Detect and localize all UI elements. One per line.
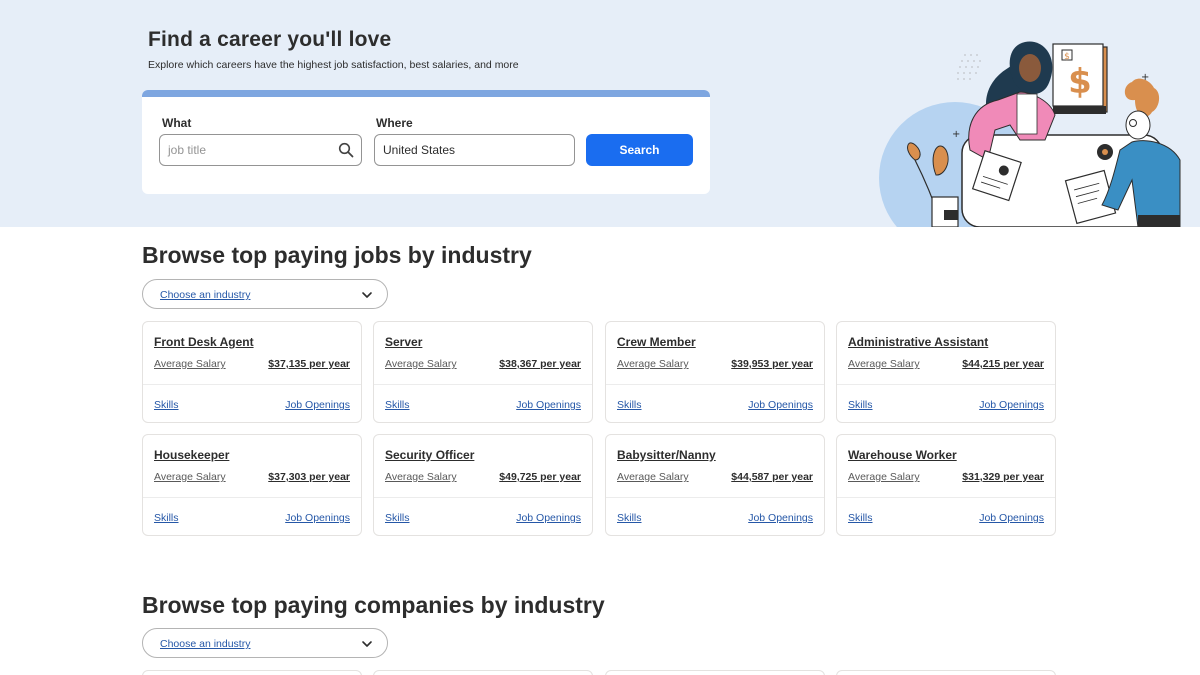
job-openings-link[interactable]: Job Openings <box>516 399 581 411</box>
job-openings-link[interactable]: Job Openings <box>516 512 581 524</box>
job-title-link[interactable]: Security Officer <box>385 448 474 462</box>
average-salary-label[interactable]: Average Salary <box>617 358 689 370</box>
company-card[interactable] <box>142 670 362 675</box>
salary-value[interactable]: $37,135 per year <box>268 358 350 370</box>
chevron-down-icon <box>362 641 372 647</box>
salary-value[interactable]: $44,215 per year <box>962 358 1044 370</box>
job-title-link[interactable]: Server <box>385 335 422 349</box>
skills-link[interactable]: Skills <box>617 399 642 411</box>
job-card[interactable]: Crew Member Average Salary $39,953 per yea… <box>605 321 825 423</box>
average-salary-label[interactable]: Average Salary <box>848 358 920 370</box>
magnifier-icon[interactable] <box>338 142 354 158</box>
chevron-down-icon <box>362 292 372 298</box>
salary-value[interactable]: $38,367 per year <box>499 358 581 370</box>
job-card[interactable]: Front Desk Agent Average Salary $37,135 pe… <box>142 321 362 423</box>
job-card[interactable]: Housekeeper Average Salary $37,303 per yea… <box>142 434 362 536</box>
skills-link[interactable]: Skills <box>385 399 410 411</box>
job-card[interactable]: Warehouse Worker Average Salary $31,329 pe… <box>836 434 1056 536</box>
job-card[interactable]: Babysitter/Nanny Average Salary $44,587 pe… <box>605 434 825 536</box>
svg-text:+: + <box>1141 72 1149 83</box>
job-openings-link[interactable]: Job Openings <box>285 512 350 524</box>
card-divider <box>837 384 1055 385</box>
where-label: Where <box>376 116 413 130</box>
job-openings-link[interactable]: Job Openings <box>979 399 1044 411</box>
skills-link[interactable]: Skills <box>385 512 410 524</box>
salary-value[interactable]: $31,329 per year <box>962 471 1044 483</box>
jobs-industry-dropdown[interactable]: Choose an industry <box>142 279 388 309</box>
job-openings-link[interactable]: Job Openings <box>748 399 813 411</box>
what-input[interactable]: job title <box>159 134 362 166</box>
job-card[interactable]: Administrative Assistant Average Salary $4… <box>836 321 1056 423</box>
average-salary-label[interactable]: Average Salary <box>385 358 457 370</box>
job-title-link[interactable]: Administrative Assistant <box>848 335 988 349</box>
job-title-link[interactable]: Housekeeper <box>154 448 229 462</box>
company-card[interactable] <box>605 670 825 675</box>
search-form: What job title Where United States Searc… <box>142 90 710 194</box>
job-title-link[interactable]: Babysitter/Nanny <box>617 448 716 462</box>
jobs-section-title: Browse top paying jobs by industry <box>142 242 532 268</box>
skills-link[interactable]: Skills <box>617 512 642 524</box>
average-salary-label[interactable]: Average Salary <box>385 471 457 483</box>
companies-dropdown-label[interactable]: Choose an industry <box>160 638 250 650</box>
where-input[interactable]: United States <box>374 134 575 166</box>
career-illustration: $ $ + + <box>879 41 1181 227</box>
average-salary-label[interactable]: Average Salary <box>154 358 226 370</box>
what-label: What <box>162 116 192 130</box>
card-divider <box>143 497 361 498</box>
average-salary-label[interactable]: Average Salary <box>617 471 689 483</box>
hero-banner: Find a career you'll love Explore which … <box>0 0 1200 227</box>
card-divider <box>837 497 1055 498</box>
skills-link[interactable]: Skills <box>154 512 179 524</box>
job-openings-link[interactable]: Job Openings <box>285 399 350 411</box>
salary-value[interactable]: $49,725 per year <box>499 471 581 483</box>
skills-link[interactable]: Skills <box>848 399 873 411</box>
card-divider <box>374 497 592 498</box>
svg-text:+: + <box>952 129 960 140</box>
companies-section-title: Browse top paying companies by industry <box>142 592 605 618</box>
page-title: Find a career you'll love <box>148 28 392 51</box>
card-divider <box>143 384 361 385</box>
job-title-link[interactable]: Front Desk Agent <box>154 335 254 349</box>
average-salary-label[interactable]: Average Salary <box>154 471 226 483</box>
skills-link[interactable]: Skills <box>848 512 873 524</box>
page-subtitle: Explore which careers have the highest j… <box>148 59 519 71</box>
job-title-link[interactable]: Warehouse Worker <box>848 448 957 462</box>
job-card[interactable]: Security Officer Average Salary $49,725 pe… <box>373 434 593 536</box>
svg-text:$: $ <box>1068 62 1092 102</box>
job-openings-link[interactable]: Job Openings <box>748 512 813 524</box>
card-divider <box>374 384 592 385</box>
salary-value[interactable]: $39,953 per year <box>731 358 813 370</box>
companies-industry-dropdown[interactable]: Choose an industry <box>142 628 388 658</box>
card-divider <box>606 384 824 385</box>
salary-value[interactable]: $44,587 per year <box>731 471 813 483</box>
card-divider <box>606 497 824 498</box>
skills-link[interactable]: Skills <box>154 399 179 411</box>
search-button[interactable]: Search <box>586 134 693 166</box>
job-openings-link[interactable]: Job Openings <box>979 512 1044 524</box>
what-placeholder: job title <box>168 143 207 157</box>
company-card[interactable] <box>836 670 1056 675</box>
svg-text:$: $ <box>1064 52 1070 62</box>
job-card[interactable]: Server Average Salary $38,367 per year Skil… <box>373 321 593 423</box>
where-value: United States <box>383 143 456 157</box>
company-card[interactable] <box>373 670 593 675</box>
salary-value[interactable]: $37,303 per year <box>268 471 350 483</box>
search-form-accent <box>142 90 710 97</box>
job-title-link[interactable]: Crew Member <box>617 335 696 349</box>
average-salary-label[interactable]: Average Salary <box>848 471 920 483</box>
jobs-dropdown-label[interactable]: Choose an industry <box>160 289 250 301</box>
